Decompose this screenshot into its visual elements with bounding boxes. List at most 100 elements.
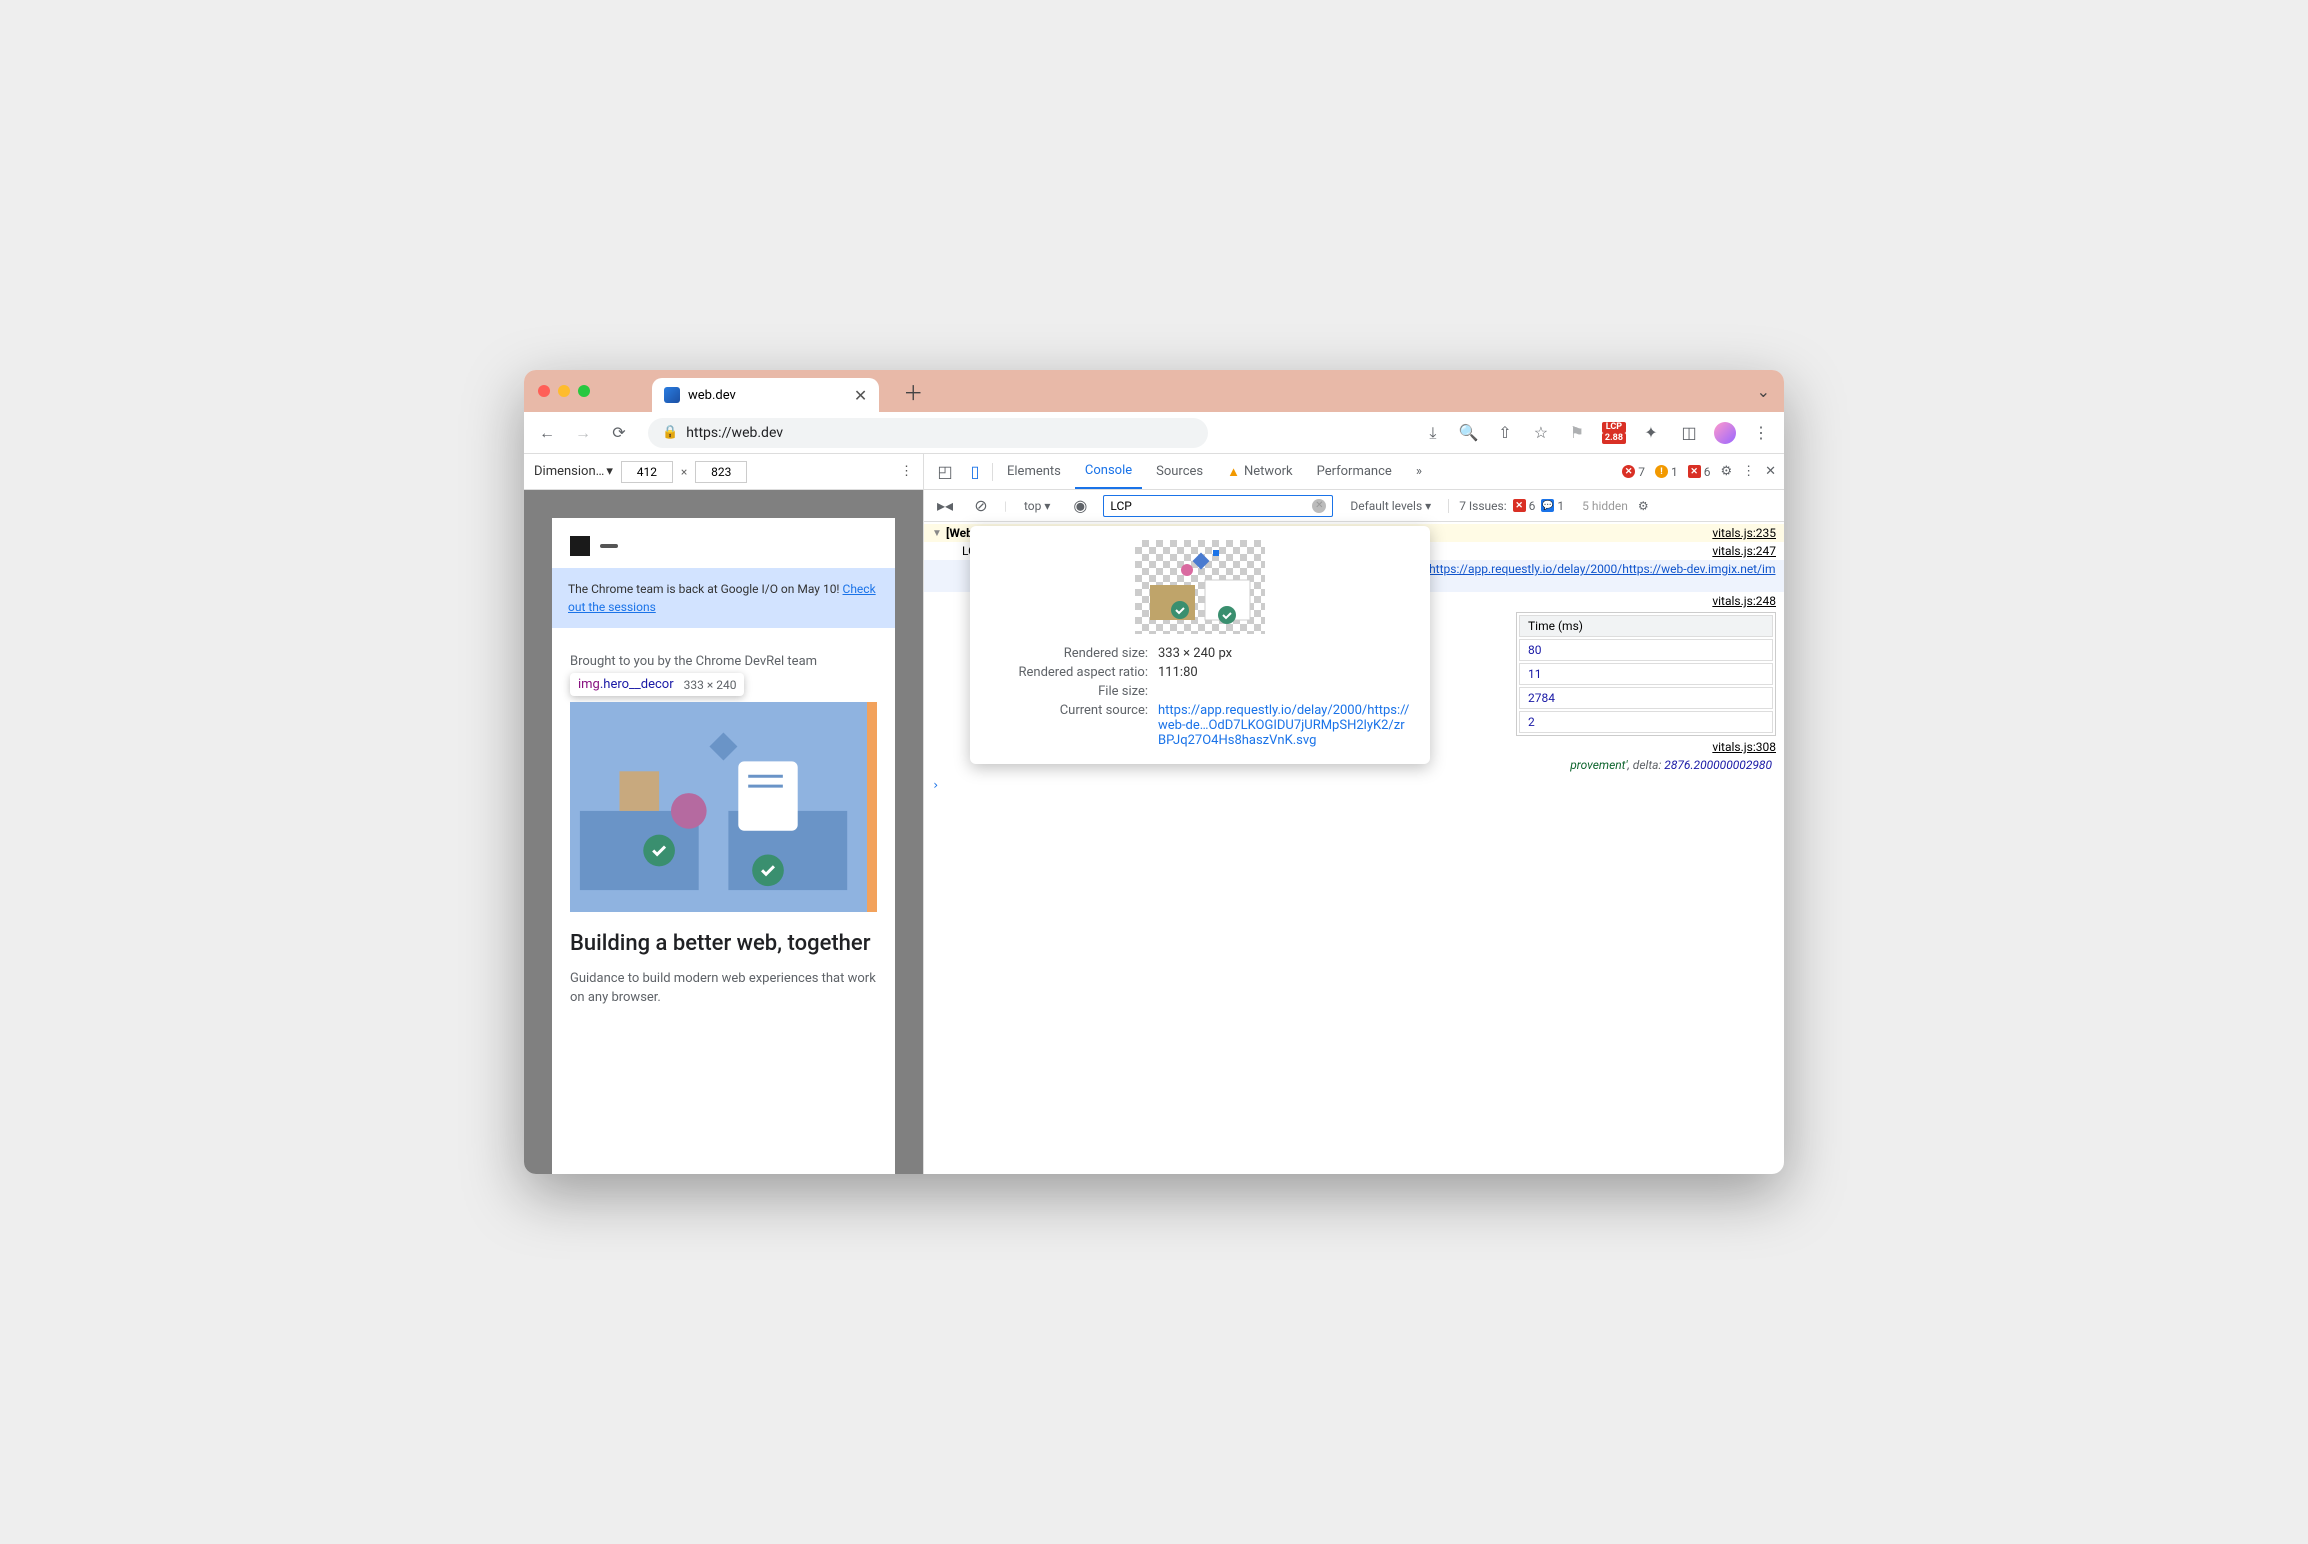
context-selector[interactable]: top ▾ [1017, 496, 1057, 516]
announcement-banner: The Chrome team is back at Google I/O on… [552, 568, 895, 628]
hover-label: Rendered size: [988, 646, 1158, 661]
device-select[interactable]: Dimension…▾ [534, 464, 613, 479]
console-settings-icon[interactable]: ⚙ [1638, 499, 1649, 513]
tab-network[interactable]: ▲Network [1217, 454, 1302, 489]
emulated-viewport: The Chrome team is back at Google I/O on… [524, 490, 923, 1174]
device-mode-pane: Dimension…▾ × ⋮ The Chrome team is back … [524, 454, 924, 1174]
tab-console[interactable]: Console [1075, 454, 1142, 489]
tab-close-button[interactable]: ✕ [854, 386, 867, 405]
share-icon[interactable]: ⇧ [1492, 420, 1518, 446]
reload-button[interactable]: ⟳ [606, 420, 632, 446]
tabs-overflow-button[interactable]: » [1406, 454, 1432, 489]
live-expression-icon[interactable]: ◉ [1067, 493, 1093, 519]
browser-tab[interactable]: web.dev ✕ [652, 378, 879, 412]
console-toolbar: ▸◂ ⊘ | top ▾ ◉ ✕ Default levels ▾ 7 Issu… [924, 490, 1784, 522]
device-toolbar: Dimension…▾ × ⋮ [524, 454, 923, 490]
clear-filter-icon[interactable]: ✕ [1312, 499, 1326, 513]
extensions-puzzle-icon[interactable]: ✦ [1638, 420, 1664, 446]
hover-value: 111:80 [1158, 665, 1412, 680]
url-field[interactable]: 🔒 https://web.dev [648, 418, 1208, 448]
expand-toggle-icon[interactable]: ▼ [932, 528, 946, 539]
lock-icon: 🔒 [662, 425, 678, 440]
url-text: https://web.dev [686, 425, 783, 441]
install-app-icon[interactable]: ⤓ [1420, 420, 1446, 446]
menu-icon[interactable] [600, 544, 618, 548]
tab-title: web.dev [688, 388, 736, 403]
browser-menu-button[interactable]: ⋮ [1748, 420, 1774, 446]
element-inspect-tooltip: img.hero__decor 333 × 240 [570, 673, 744, 696]
devtools-close-button[interactable]: ✕ [1765, 464, 1776, 479]
site-logo-icon [570, 536, 590, 556]
dimension-separator: × [681, 465, 687, 479]
close-window-button[interactable] [538, 385, 550, 397]
table-cell: 2 [1519, 711, 1773, 733]
source-link[interactable]: vitals.js:248 [1712, 594, 1776, 608]
profile-avatar[interactable] [1714, 422, 1736, 444]
hero-image [570, 702, 877, 912]
hover-label: File size: [988, 684, 1158, 699]
tab-performance[interactable]: Performance [1307, 454, 1402, 489]
clear-console-icon[interactable]: ⊘ [968, 493, 994, 519]
hover-thumbnail [1135, 540, 1265, 634]
hero-illustration-icon [570, 702, 867, 900]
maximize-window-button[interactable] [578, 385, 590, 397]
flag-icon[interactable]: ⚑ [1564, 420, 1590, 446]
banner-text: The Chrome team is back at Google I/O on… [568, 582, 843, 596]
brought-by-text: Brought to you by the Chrome DevRel team [552, 628, 895, 669]
forward-button[interactable]: → [570, 420, 596, 446]
hover-value: 333 × 240 px [1158, 646, 1412, 661]
device-toolbar-menu[interactable]: ⋮ [900, 464, 913, 479]
window-controls [538, 385, 590, 397]
tabs-dropdown-button[interactable]: ⌄ [1757, 382, 1770, 401]
table-cell: 2784 [1519, 687, 1773, 709]
blocked-count[interactable]: ✕6 [1688, 465, 1711, 479]
browser-window: web.dev ✕ ＋ ⌄ ← → ⟳ 🔒 https://web.dev ⤓ … [524, 370, 1784, 1174]
hover-label: Current source: [988, 703, 1158, 748]
console-sidebar-toggle-icon[interactable]: ▸◂ [932, 493, 958, 519]
hover-label: Rendered aspect ratio: [988, 665, 1158, 680]
devtools-tabs: ◰ ▯ Elements Console Sources ▲Network Pe… [924, 454, 1784, 490]
address-bar: ← → ⟳ 🔒 https://web.dev ⤓ 🔍 ⇧ ☆ ⚑ LCP 2.… [524, 412, 1784, 454]
devtools-settings-icon[interactable]: ⚙ [1720, 464, 1732, 479]
device-width-input[interactable] [621, 461, 673, 483]
extensions-area: ⚑ LCP 2.88 ✦ ◫ ⋮ [1564, 420, 1774, 446]
back-button[interactable]: ← [534, 420, 560, 446]
timing-table: Time (ms) 80 11 2784 2 [1516, 612, 1776, 736]
lcp-extension-badge[interactable]: LCP 2.88 [1602, 422, 1626, 444]
console-prompt[interactable]: › [924, 774, 1784, 796]
error-count[interactable]: ✕7 [1622, 465, 1645, 479]
warning-count[interactable]: !1 [1655, 465, 1678, 479]
log-levels-selector[interactable]: Default levels ▾ [1343, 496, 1438, 516]
table-cell: 80 [1519, 639, 1773, 661]
tab-elements[interactable]: Elements [997, 454, 1071, 489]
device-mode-toggle-icon[interactable]: ▯ [962, 459, 988, 485]
image-hover-card: Rendered size:333 × 240 px Rendered aspe… [970, 526, 1430, 764]
favicon-icon [664, 387, 680, 403]
inspect-element-icon[interactable]: ◰ [932, 459, 958, 485]
source-link[interactable]: vitals.js:247 [1712, 544, 1776, 558]
new-tab-button[interactable]: ＋ [903, 377, 923, 406]
warning-icon: ▲ [1227, 464, 1240, 480]
thumbnail-illustration-icon [1135, 540, 1265, 634]
minimize-window-button[interactable] [558, 385, 570, 397]
hover-source-link[interactable]: https://app.requestly.io/delay/2000/http… [1158, 703, 1412, 748]
site-header [552, 536, 895, 568]
page-subheading: Guidance to build modern web experiences… [552, 959, 895, 1018]
source-link[interactable]: vitals.js:308 [1712, 740, 1776, 754]
devtools-panel: ◰ ▯ Elements Console Sources ▲Network Pe… [924, 454, 1784, 1174]
table-header: Time (ms) [1519, 615, 1773, 637]
devtools-menu-button[interactable]: ⋮ [1742, 464, 1755, 479]
device-height-input[interactable] [695, 461, 747, 483]
side-panel-icon[interactable]: ◫ [1676, 420, 1702, 446]
titlebar: web.dev ✕ ＋ ⌄ [524, 370, 1784, 412]
hidden-messages[interactable]: 5 hidden [1582, 499, 1628, 513]
hover-value [1158, 684, 1412, 699]
page-content: The Chrome team is back at Google I/O on… [552, 518, 895, 1174]
page-heading: Building a better web, together [552, 912, 895, 959]
console-filter-input[interactable]: ✕ [1103, 495, 1333, 517]
issues-summary[interactable]: 7 Issues: ✕6 💬1 [1448, 499, 1564, 513]
bookmark-icon[interactable]: ☆ [1528, 420, 1554, 446]
source-link[interactable]: vitals.js:235 [1712, 526, 1776, 540]
tab-sources[interactable]: Sources [1146, 454, 1213, 489]
zoom-icon[interactable]: 🔍 [1456, 420, 1482, 446]
